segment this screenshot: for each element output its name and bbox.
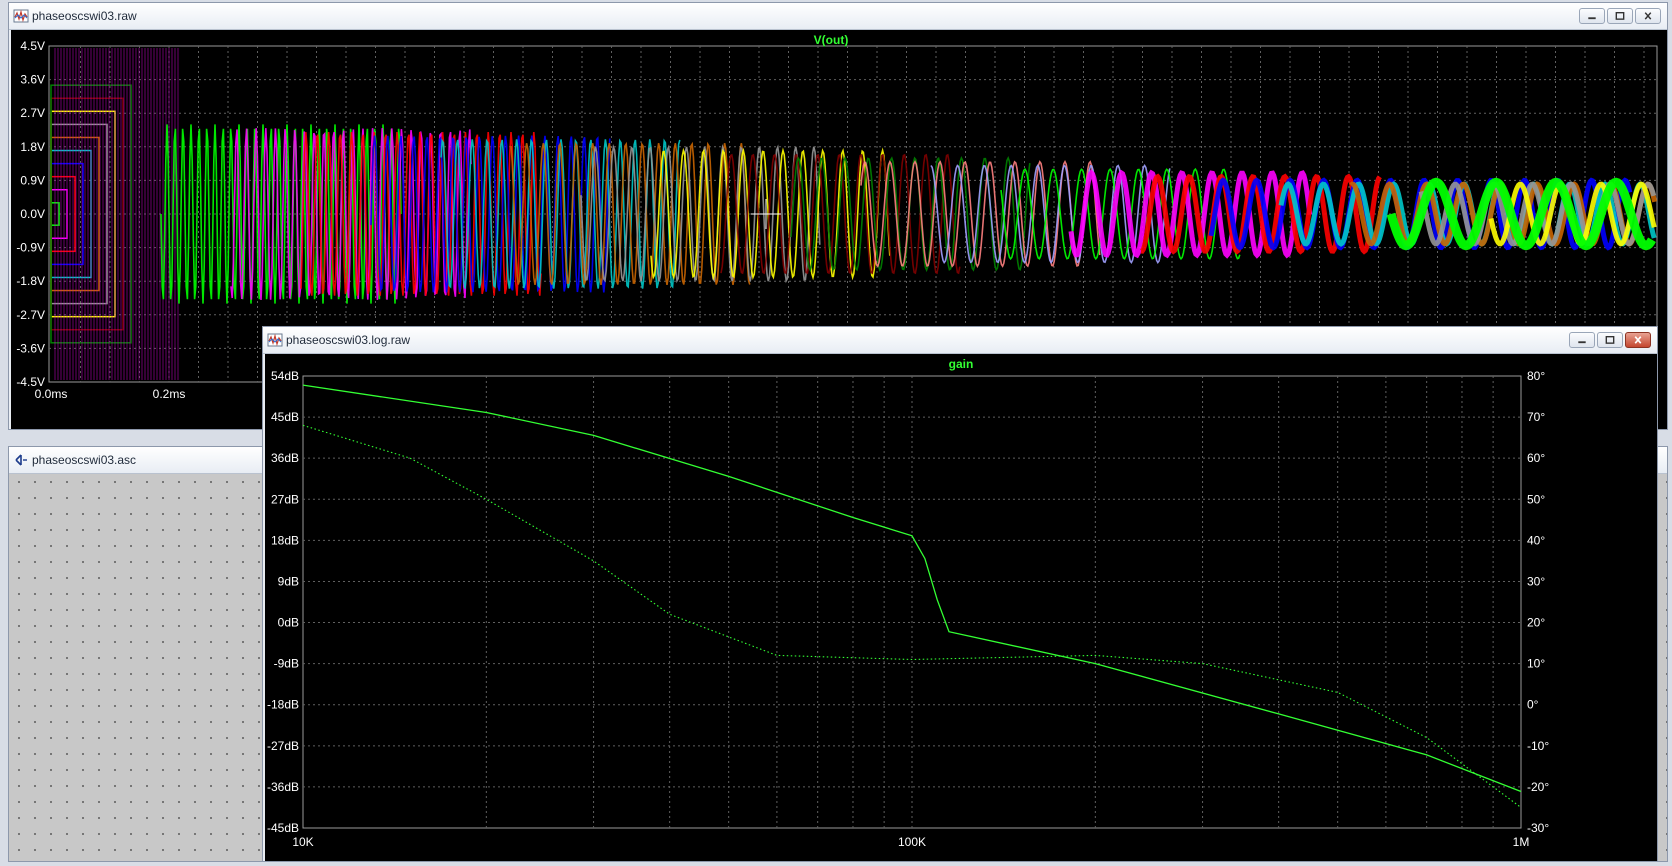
bode-plot-window[interactable]: phaseoscswi03.log.raw 54dB 80° 45dB 70° 36dB… bbox=[262, 326, 1658, 862]
y-tick-label: 1.8V bbox=[20, 140, 45, 154]
bode-trace-label[interactable]: gain bbox=[949, 357, 974, 371]
close-button[interactable] bbox=[1625, 332, 1651, 348]
y-right-tick-label: 80° bbox=[1527, 369, 1545, 383]
y-left-tick-label: -9dB bbox=[274, 657, 299, 671]
y-left-tick-label: -36dB bbox=[267, 780, 299, 794]
x-tick-label: 0.0ms bbox=[35, 387, 68, 401]
bode-plot-area[interactable]: 54dB 80° 45dB 70° 36dB 60° 27dB 50° 18dB 40° 9dB 30… bbox=[265, 354, 1657, 861]
transient-trace-label[interactable]: V(out) bbox=[814, 33, 849, 47]
y-right-tick-label: 30° bbox=[1527, 574, 1545, 588]
x-tick-label: 100K bbox=[898, 835, 926, 849]
x-tick-label: 0.2ms bbox=[153, 387, 186, 401]
y-tick-label: -2.7V bbox=[16, 308, 45, 322]
x-tick-label: 10K bbox=[292, 835, 313, 849]
y-left-tick-label: -18dB bbox=[267, 698, 299, 712]
y-right-tick-label: 20° bbox=[1527, 616, 1545, 630]
y-right-tick-label: 70° bbox=[1527, 410, 1545, 424]
y-tick-label: -3.6V bbox=[16, 341, 45, 355]
y-left-tick-label: 9dB bbox=[278, 574, 299, 588]
waveform-window-icon bbox=[13, 9, 29, 23]
bode-axis-labels: 54dB 80° 45dB 70° 36dB 60° 27dB 50° 18dB 40° 9dB 30… bbox=[267, 369, 1549, 849]
transient-window-title: phaseoscswi03.raw bbox=[32, 9, 137, 23]
waveform-window-icon bbox=[267, 333, 283, 347]
close-icon bbox=[1644, 12, 1652, 20]
y-left-tick-label: 18dB bbox=[271, 533, 299, 547]
close-button[interactable] bbox=[1635, 8, 1661, 24]
y-right-tick-label: -30° bbox=[1527, 821, 1549, 835]
minimize-icon bbox=[1588, 17, 1596, 20]
restore-button[interactable] bbox=[1597, 332, 1623, 348]
restore-button[interactable] bbox=[1607, 8, 1633, 24]
y-left-tick-label: 0dB bbox=[278, 616, 299, 630]
y-tick-label: 0.9V bbox=[20, 173, 45, 187]
y-left-tick-label: 45dB bbox=[271, 410, 299, 424]
restore-icon bbox=[1605, 336, 1615, 344]
y-tick-label: 4.5V bbox=[20, 39, 45, 53]
bode-window-title: phaseoscswi03.log.raw bbox=[286, 333, 411, 347]
minimize-icon bbox=[1578, 341, 1586, 344]
bode-plot-svg[interactable]: 54dB 80° 45dB 70° 36dB 60° 27dB 50° 18dB 40° 9dB 30… bbox=[265, 354, 1657, 861]
y-left-tick-label: 36dB bbox=[271, 451, 299, 465]
x-tick-label: 1M bbox=[1513, 835, 1530, 849]
y-tick-label: 2.7V bbox=[20, 106, 45, 120]
bode-window-titlebar[interactable]: phaseoscswi03.log.raw bbox=[263, 327, 1657, 354]
y-right-tick-label: -10° bbox=[1527, 739, 1549, 753]
y-right-tick-label: 50° bbox=[1527, 492, 1545, 506]
y-left-tick-label: 27dB bbox=[271, 492, 299, 506]
minimize-button[interactable] bbox=[1569, 332, 1595, 348]
y-left-tick-label: -27dB bbox=[267, 739, 299, 753]
y-tick-label: 3.6V bbox=[20, 73, 45, 87]
y-right-tick-label: 10° bbox=[1527, 657, 1545, 671]
y-right-tick-label: -20° bbox=[1527, 780, 1549, 794]
restore-icon bbox=[1615, 12, 1625, 20]
bode-grid bbox=[302, 375, 1522, 829]
y-tick-label: 0.0V bbox=[20, 207, 45, 221]
minimize-button[interactable] bbox=[1579, 8, 1605, 24]
y-tick-label: -0.9V bbox=[16, 241, 45, 255]
transient-window-titlebar[interactable]: phaseoscswi03.raw bbox=[9, 3, 1667, 30]
schematic-window-title: phaseoscswi03.asc bbox=[32, 453, 137, 467]
y-right-tick-label: 40° bbox=[1527, 533, 1545, 547]
y-left-tick-label: -45dB bbox=[267, 821, 299, 835]
y-right-tick-label: 60° bbox=[1527, 451, 1545, 465]
y-right-tick-label: 0° bbox=[1527, 698, 1539, 712]
schematic-window-icon bbox=[15, 454, 27, 466]
close-icon bbox=[1634, 336, 1642, 344]
y-tick-label: -1.8V bbox=[16, 274, 45, 288]
y-left-tick-label: 54dB bbox=[271, 369, 299, 383]
